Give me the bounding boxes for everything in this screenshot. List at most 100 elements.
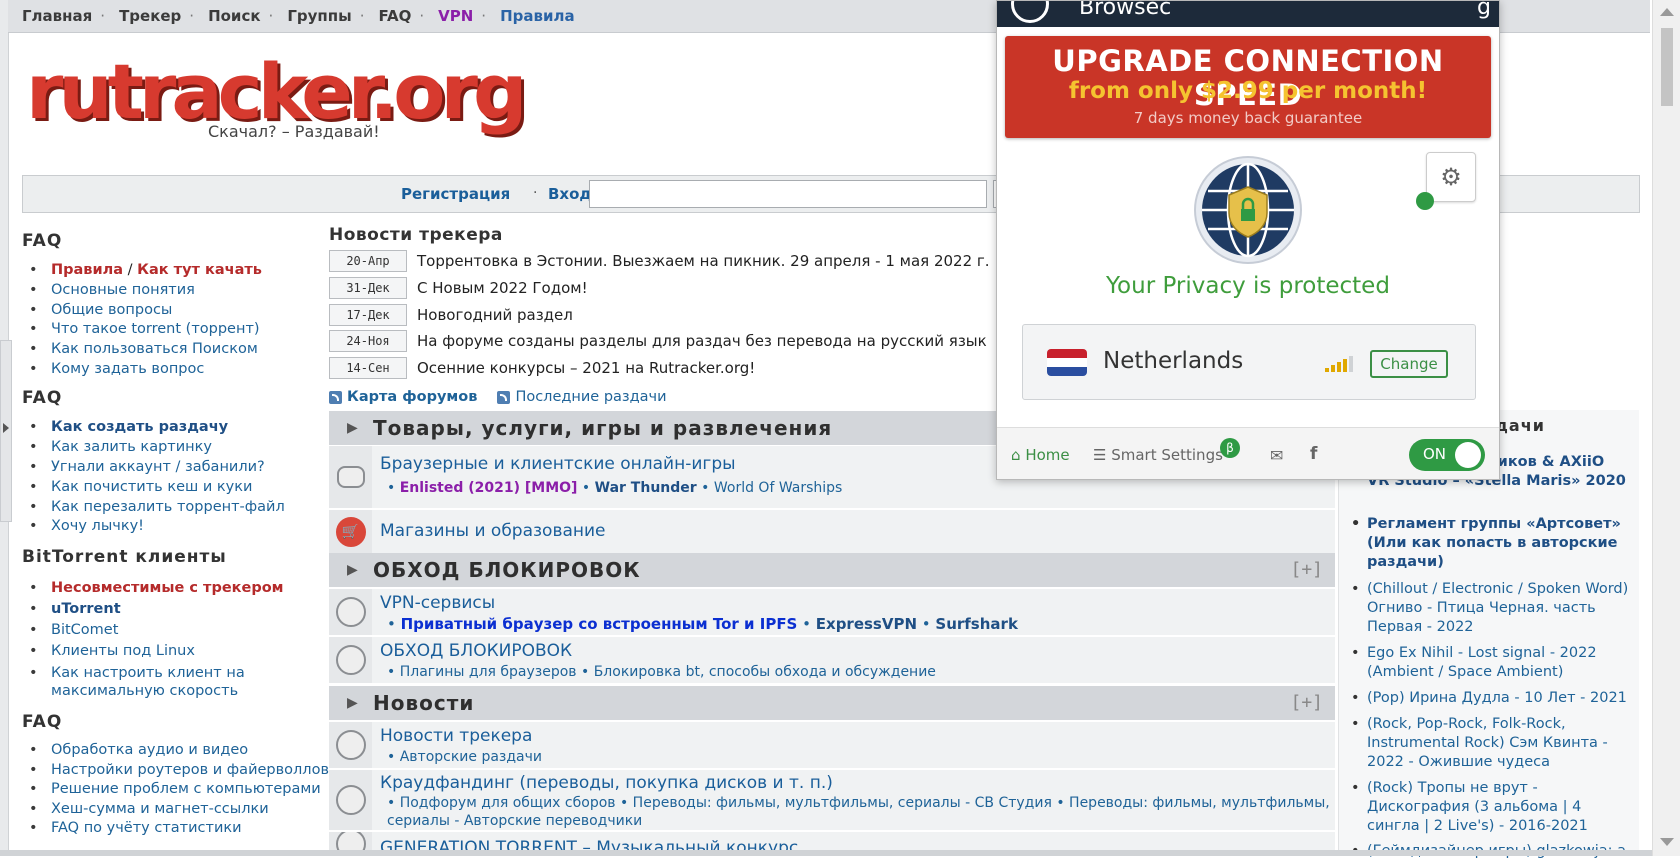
- list-item[interactable]: • Как пользоваться Поиском: [29, 341, 258, 357]
- mail-icon[interactable]: ✉: [1270, 446, 1283, 465]
- register-link[interactable]: Регистрация: [401, 185, 510, 203]
- category-header[interactable]: ▶ ОБХОД БЛОКИРОВОК [+]: [329, 553, 1335, 587]
- list-item[interactable]: • (Chillout / Electronic / Spoken Word) О…: [1351, 580, 1629, 637]
- bittorrent-heading: BitTorrent клиенты: [22, 547, 227, 567]
- news-title: Новости трекера: [329, 225, 503, 245]
- search-input[interactable]: [589, 180, 987, 208]
- settings-gear-icon[interactable]: ⚙: [1426, 152, 1476, 202]
- beta-badge: β: [1220, 438, 1240, 458]
- list-item[interactable]: • Обработка аудио и видео: [29, 742, 248, 758]
- home-tab[interactable]: ⌂ Home: [1011, 446, 1070, 464]
- forum-links: Карта форумов Последние раздачи: [329, 389, 667, 405]
- expand-button[interactable]: [+]: [1290, 559, 1323, 580]
- forum-title[interactable]: Краудфандинг (переводы, покупка дисков и…: [380, 773, 833, 793]
- list-item[interactable]: • Клиенты под Linux: [29, 643, 195, 659]
- smart-settings-tab[interactable]: ☰ Smart Settings: [1093, 446, 1223, 464]
- forum-title[interactable]: VPN-сервисы: [380, 593, 495, 613]
- sidebar-handle[interactable]: [0, 340, 12, 522]
- home-icon: ⌂: [1011, 446, 1021, 464]
- forum-icon: [329, 770, 372, 830]
- latest-link[interactable]: Последние раздачи: [497, 389, 667, 405]
- scroll-thumb[interactable]: [1661, 28, 1673, 106]
- faq-heading: FAQ: [22, 712, 63, 732]
- subforum-list[interactable]: сериалы - Авторские переводчики: [387, 813, 642, 829]
- scroll-down-icon[interactable]: [1660, 838, 1674, 846]
- globe-logo-icon: [1011, 1, 1049, 23]
- list-item[interactable]: • BitComet: [29, 622, 118, 638]
- subforum-list: • Авторские раздачи: [387, 749, 543, 765]
- list-item[interactable]: • Что такое torrent (торрент): [29, 321, 260, 337]
- list-item[interactable]: • FAQ по учёту статистики: [29, 820, 242, 836]
- forum-title[interactable]: ОБХОД БЛОКИРОВОК: [380, 641, 572, 661]
- list-item[interactable]: • Ego Ex Nihil - Lost signal - 2022 (Ambi…: [1351, 644, 1629, 682]
- vpn-header: Browsec g: [997, 1, 1499, 27]
- vertical-scrollbar[interactable]: [1652, 0, 1680, 856]
- sliders-icon: ☰: [1093, 446, 1107, 464]
- nav-rules[interactable]: Правила: [486, 7, 575, 25]
- forum-row: ОБХОД БЛОКИРОВОК • Плагины для браузеров…: [329, 637, 1335, 685]
- forum-title[interactable]: Браузерные и клиентские онлайн-игры: [380, 454, 736, 474]
- status-dot: [1416, 192, 1434, 210]
- list-item[interactable]: • (Pop) Ирина Дудла - 10 Лет - 2021: [1351, 689, 1629, 708]
- logo-text: rutracker.org: [26, 47, 527, 136]
- list-item[interactable]: • (Rock) Тропы не врут - Дискография (3 а…: [1351, 779, 1629, 836]
- news-row: 14-Сен Осенние конкурсы – 2021 на Rutrack…: [329, 356, 755, 380]
- logo-subtitle: Скачал? – Раздавай!: [208, 122, 380, 141]
- nav-home[interactable]: Главная: [8, 7, 92, 25]
- list-item-continuation[interactable]: максимальную скорость: [51, 683, 238, 699]
- subforum-list[interactable]: • Подфорум для общих сборов • Переводы: …: [387, 795, 1330, 811]
- list-item[interactable]: • Кому задать вопрос: [29, 361, 204, 377]
- list-item[interactable]: • Хочу лычку!: [29, 518, 144, 534]
- list-item[interactable]: • uTorrent: [29, 601, 121, 617]
- menu-icon[interactable]: g: [1477, 1, 1491, 20]
- nav-groups[interactable]: Группы: [273, 7, 351, 25]
- news-row: 17-Дек Новогодний раздел: [329, 303, 573, 327]
- nav-vpn[interactable]: VPN: [424, 7, 473, 25]
- list-item[interactable]: • Как перезалить торрент-файл: [29, 499, 285, 515]
- list-item[interactable]: • Основные понятия: [29, 282, 195, 298]
- vpn-toggle[interactable]: ON: [1409, 439, 1485, 471]
- list-item[interactable]: • Общие вопросы: [29, 302, 172, 318]
- nav-search[interactable]: Поиск: [194, 7, 260, 25]
- list-item[interactable]: • Угнали аккаунт / забанили?: [29, 459, 265, 475]
- gamepad-icon: [329, 446, 372, 508]
- location-selector[interactable]: Netherlands Change: [1022, 324, 1476, 400]
- list-item[interactable]: • Хеш-сумма и магнет-ссылки: [29, 801, 269, 817]
- list-item[interactable]: • Несовместимые с трекером: [29, 580, 284, 596]
- forum-map-link[interactable]: Карта форумов: [329, 389, 477, 405]
- news-row: 31-Дек С Новым 2022 Годом!: [329, 276, 588, 300]
- faq-heading: FAQ: [22, 388, 63, 408]
- forum-icon: [329, 637, 372, 683]
- list-item[interactable]: • Как почистить кеш и куки: [29, 479, 252, 495]
- forum-row: Новости трекера • Авторские раздачи: [329, 722, 1335, 770]
- facebook-icon[interactable]: f: [1310, 444, 1317, 464]
- browser-viewport: Главная · Трекер · Поиск · Группы · FAQ · VPN…: [0, 0, 1680, 859]
- list-item[interactable]: • Настройки роутеров и файерволлов: [29, 762, 329, 778]
- expand-triangle-icon: ▶: [347, 695, 358, 711]
- scroll-up-icon[interactable]: [1660, 8, 1674, 16]
- list-item[interactable]: • Как создать раздачу: [29, 419, 228, 435]
- forum-icon: [329, 589, 372, 635]
- list-item[interactable]: • Как залить картинку: [29, 439, 212, 455]
- signal-strength-icon: [1325, 356, 1355, 372]
- list-item[interactable]: • Регламент группы «Артсовет» (Или как по…: [1351, 515, 1629, 572]
- protected-globe-icon: [1194, 156, 1302, 264]
- nav-tracker[interactable]: Трекер: [105, 7, 181, 25]
- forum-icon: [329, 722, 372, 768]
- category-header[interactable]: ▶ Новости [+]: [329, 686, 1335, 720]
- forum-row: 🛒 Магазины и образование: [329, 510, 1335, 555]
- list-item[interactable]: • (Rock, Pop-Rock, Folk-Rock, Instrumenta…: [1351, 715, 1629, 772]
- login-link[interactable]: Вход: [548, 185, 592, 203]
- forum-title[interactable]: Новости трекера: [380, 726, 532, 746]
- country-name: Netherlands: [1103, 348, 1244, 374]
- expand-button[interactable]: [+]: [1290, 692, 1323, 713]
- change-location-button[interactable]: Change: [1370, 350, 1448, 378]
- site-logo[interactable]: rutracker.org Скачал? – Раздавай!: [26, 52, 527, 152]
- list-item[interactable]: • Решение проблем с компьютерами: [29, 781, 321, 797]
- upgrade-banner[interactable]: UPGRADE CONNECTION SPEED from only $2.99…: [1005, 36, 1491, 138]
- expand-triangle-icon: ▶: [347, 420, 358, 436]
- forum-title[interactable]: Магазины и образование: [380, 521, 606, 541]
- nav-faq[interactable]: FAQ: [364, 7, 411, 25]
- list-item[interactable]: • Как настроить клиент на: [29, 665, 245, 681]
- news-row: 20-Апр Торрентовка в Эстонии. Выезжаем на…: [329, 249, 990, 273]
